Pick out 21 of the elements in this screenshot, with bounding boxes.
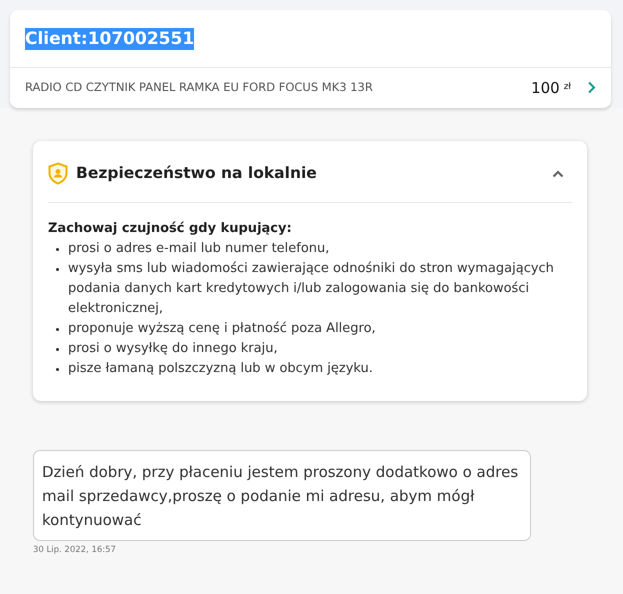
- warning-item: proponuje wyższą cenę i płatność poza Allegro,: [68, 320, 376, 338]
- warning-intro: Zachowaj czujność gdy kupujący:: [48, 220, 293, 238]
- product-name: RADIO CD CZYTNIK PANEL RAMKA EU FORD FOCUS MK3 13R: [25, 79, 374, 96]
- product-price: 100: [531, 78, 560, 98]
- warning-item: pisze łamaną polszczyzną lub w obcym języku.: [68, 360, 373, 378]
- product-link[interactable]: RADIO CD CZYTNIK PANEL RAMKA EU FORD FOCUS MK3 13R 100 zł: [10, 68, 611, 108]
- chevron-up-icon[interactable]: [552, 170, 564, 178]
- bullet-icon: [56, 328, 59, 332]
- message-bubble: Dzień dobry, przy płaceniu jestem proszony dodatkowo o adres mail sprzedawcy,proszę o podanie mi adresu, abym mógł kontynuować: [33, 450, 531, 542]
- chevron-right-icon[interactable]: [587, 81, 596, 94]
- shield-user-icon: [48, 162, 68, 186]
- bullet-icon: [56, 248, 59, 252]
- bullet-icon: [56, 268, 59, 272]
- warning-item: prosi o wysyłkę do innego kraju,: [68, 340, 278, 358]
- currency-label: zł: [564, 81, 571, 94]
- section-title: Bezpieczeństwo na lokalnie: [76, 163, 318, 184]
- client-title: Client:107002551: [25, 28, 194, 50]
- warning-item: prosi o adres e-mail lub numer telefonu,: [68, 240, 330, 258]
- bullet-icon: [56, 348, 59, 352]
- bullet-icon: [56, 368, 59, 372]
- message-time: 30 Lip. 2022, 16:57: [33, 544, 117, 557]
